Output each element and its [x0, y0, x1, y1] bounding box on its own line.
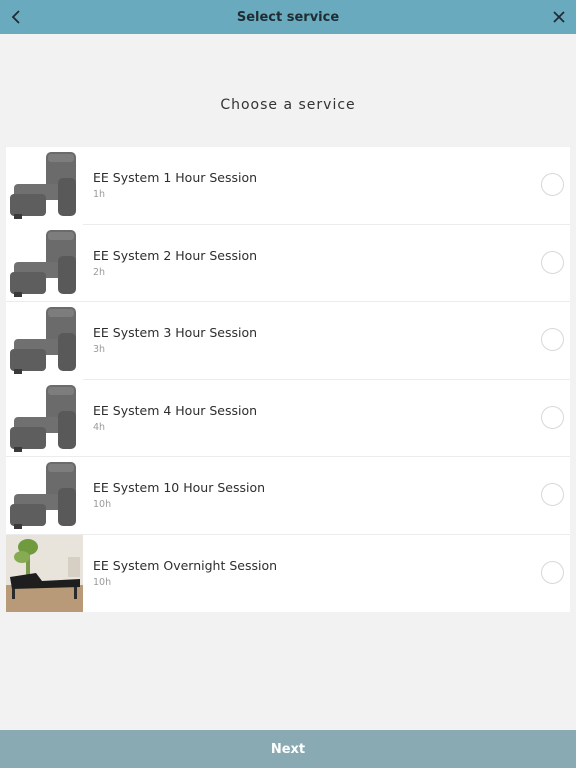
recliner-chair-image [6, 301, 83, 379]
top-bar: Select service [0, 0, 576, 34]
service-duration: 10h [93, 577, 112, 589]
service-duration: 10h [93, 499, 112, 511]
service-radio[interactable] [541, 405, 564, 429]
service-duration: 2h [93, 266, 106, 278]
service-radio[interactable] [541, 173, 564, 196]
chevron-left-icon [11, 10, 20, 24]
next-button-label: Next [270, 741, 306, 757]
section-heading: Choose a service [220, 97, 356, 113]
close-icon [553, 11, 565, 23]
service-duration: 1h [93, 189, 106, 201]
back-button[interactable] [6, 6, 26, 28]
service-row[interactable]: EE System 1 Hour Session 1h [6, 146, 570, 225]
service-name: EE System 2 Hour Session [93, 247, 258, 263]
service-name: EE System 1 Hour Session [93, 170, 258, 186]
recliner-chair-image [6, 379, 83, 457]
service-radio[interactable] [541, 483, 564, 506]
service-name: EE System 3 Hour Session [93, 325, 258, 341]
service-radio[interactable] [541, 328, 564, 351]
service-radio[interactable] [541, 250, 564, 274]
service-row[interactable]: EE System 2 Hour Session 2h [6, 224, 570, 302]
service-radio[interactable] [541, 560, 564, 584]
service-row[interactable]: EE System 4 Hour Session 4h [6, 379, 570, 457]
service-list: EE System 1 Hour Session 1h EE System 2 … [6, 146, 570, 613]
recliner-chair-image [6, 456, 83, 534]
page-title: Select service [236, 9, 340, 25]
recliner-chair-image [6, 146, 83, 224]
close-button[interactable] [548, 6, 570, 28]
service-name: EE System 10 Hour Session [93, 480, 266, 496]
service-row[interactable]: EE System 10 Hour Session 10h [6, 456, 570, 535]
service-duration: 4h [93, 421, 106, 433]
service-row[interactable]: EE System Overnight Session 10h [6, 534, 570, 613]
service-row[interactable]: EE System 3 Hour Session 3h [6, 301, 570, 380]
service-duration: 3h [93, 344, 106, 356]
next-button[interactable]: Next [0, 730, 576, 768]
recliner-chair-image [6, 224, 83, 302]
service-name: EE System 4 Hour Session [93, 402, 258, 418]
service-name: EE System Overnight Session [93, 558, 278, 574]
adjustable-bed-image [6, 534, 83, 612]
